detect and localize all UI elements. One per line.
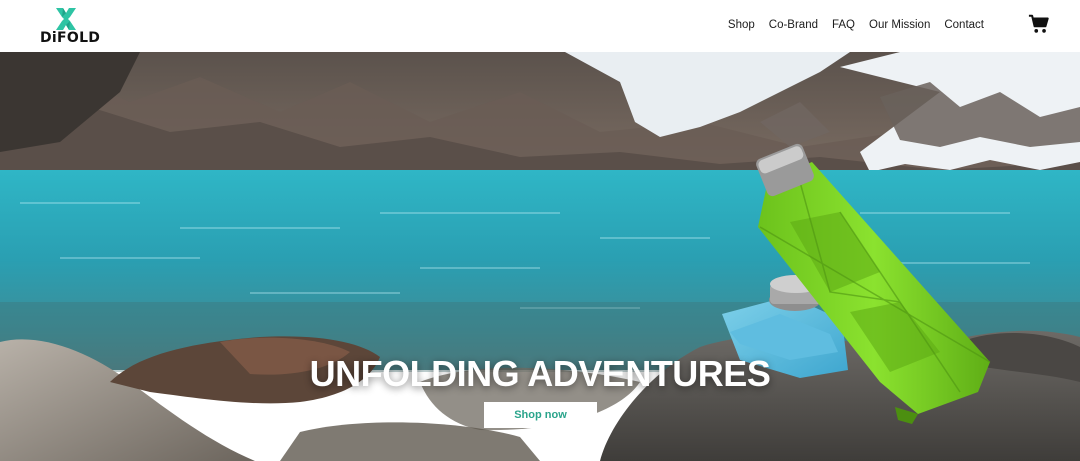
shopping-cart-icon[interactable] xyxy=(1028,13,1050,35)
nav-our-mission[interactable]: Our Mission xyxy=(869,18,930,32)
site-header: DiFOLD Shop Co-Brand FAQ Our Mission Con… xyxy=(0,0,1080,52)
shop-now-button[interactable]: Shop now xyxy=(484,402,597,428)
nav-faq[interactable]: FAQ xyxy=(832,18,855,32)
hero-banner: UNFOLDING ADVENTURES Shop now xyxy=(0,52,1080,461)
hero-landscape-image xyxy=(0,52,1080,461)
hero-title: UNFOLDING ADVENTURES xyxy=(309,353,771,394)
nav-contact[interactable]: Contact xyxy=(944,18,984,32)
difold-x-icon xyxy=(56,8,76,30)
brand-name: DiFOLD xyxy=(40,30,101,46)
brand-logo[interactable]: DiFOLD xyxy=(38,8,100,46)
main-nav: Shop Co-Brand FAQ Our Mission Contact xyxy=(728,18,984,32)
nav-shop[interactable]: Shop xyxy=(728,18,755,32)
nav-co-brand[interactable]: Co-Brand xyxy=(769,18,818,32)
